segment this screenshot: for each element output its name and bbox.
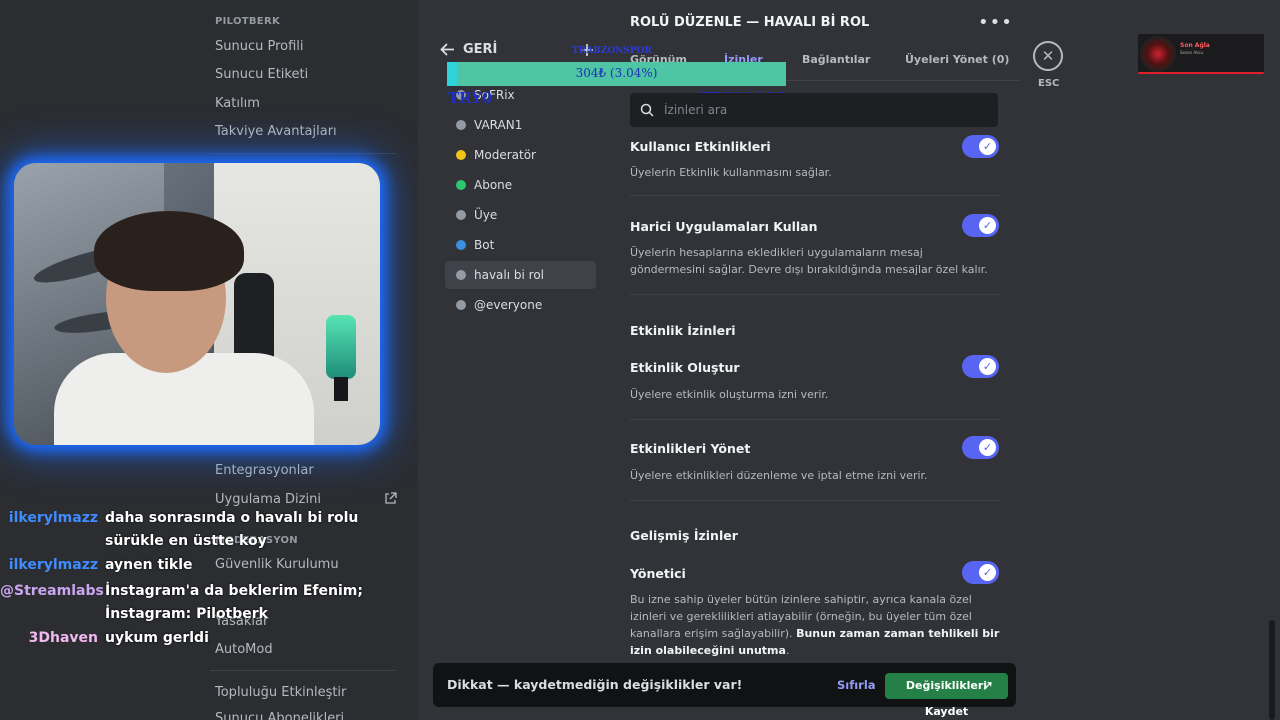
sidebar-item-server-tag[interactable]: Sunucu Etiketi	[215, 67, 308, 82]
section-title-advanced: Gelişmiş İzinler	[630, 528, 738, 543]
role-name: @everyone	[474, 298, 543, 312]
role-item[interactable]: Moderatör	[445, 141, 596, 169]
permission-toggle[interactable]: ✓	[962, 561, 999, 584]
webcam-overlay	[14, 163, 380, 445]
check-icon: ✓	[979, 439, 996, 456]
sidebar-item-server-subscriptions[interactable]: Sunucu Abonelikleri	[215, 711, 344, 720]
chat-username: @Streamlabs	[0, 583, 104, 599]
sidebar-item-boost-perks[interactable]: Takviye Avantajları	[215, 124, 337, 139]
permission-toggle[interactable]: ✓	[962, 355, 999, 378]
role-item[interactable]: Bot	[445, 231, 596, 259]
song-artist: Sezen Aksu	[1180, 50, 1204, 55]
role-color-dot	[456, 270, 466, 280]
album-art	[1140, 36, 1176, 72]
divider	[630, 500, 1000, 501]
role-item[interactable]: @everyone	[445, 291, 596, 319]
permission-title: Harici Uygulamaları Kullan	[630, 219, 818, 234]
role-color-dot	[456, 210, 466, 220]
streamer-hair	[94, 211, 244, 291]
check-icon: ✓	[979, 358, 996, 375]
esc-label: ESC	[1038, 78, 1060, 89]
divider	[630, 294, 1000, 295]
chat-username: 3Dhaven	[28, 630, 98, 646]
sidebar-item-enable-community[interactable]: Topluluğu Etkinleştir	[215, 685, 346, 700]
role-name: havalı bi rol	[474, 268, 545, 282]
search-input[interactable]	[664, 103, 964, 117]
chat-text: daha sonrasında o havalı bi rolu sürükle…	[105, 510, 359, 549]
chat-text: aynen tikle	[105, 557, 193, 573]
microphone	[326, 315, 356, 379]
donation-current: TRY0	[448, 89, 493, 107]
scrollbar[interactable]	[1269, 620, 1275, 720]
sidebar-item-app-directory[interactable]: Uygulama Dizini	[215, 492, 321, 507]
check-icon: ✓	[979, 138, 996, 155]
permission-toggle[interactable]: ✓	[962, 135, 999, 158]
search-icon	[640, 103, 654, 117]
role-item[interactable]: VARAN1	[445, 111, 596, 139]
chat-text: uykum gerldi	[105, 630, 209, 646]
sidebar-item-server-profile[interactable]: Sunucu Profili	[215, 39, 304, 54]
role-item[interactable]: Abone	[445, 171, 596, 199]
role-name: Abone	[474, 178, 513, 192]
donation-goal-bar: 304₺ (3.04%)	[447, 62, 786, 86]
song-progress-bar	[1138, 72, 1264, 74]
permission-title: Yönetici	[630, 566, 686, 581]
divider	[630, 419, 1000, 420]
permission-title: Etkinlik Oluştur	[630, 360, 740, 375]
role-name: Üye	[474, 208, 498, 222]
check-icon: ✓	[979, 564, 996, 581]
donation-progress-text: 304₺ (3.04%)	[575, 66, 658, 80]
reset-button[interactable]: Sıfırla	[837, 678, 876, 692]
permission-description: Üyelerin hesaplarına ekledikleri uygulam…	[630, 246, 988, 276]
role-item-active[interactable]: havalı bi rol	[445, 261, 596, 289]
divider	[630, 195, 1000, 196]
chat-text: İnstagram'a da beklerim Efenim; İnstagra…	[105, 583, 363, 622]
right-gutter	[1020, 0, 1280, 720]
permission-description: Üyelere etkinlikleri düzenleme ve iptal …	[630, 469, 928, 482]
role-name: Bot	[474, 238, 495, 252]
role-name: Moderatör	[474, 148, 536, 162]
role-color-dot	[456, 240, 466, 250]
microphone-stand	[334, 377, 348, 401]
tab-links[interactable]: Bağlantılar	[802, 53, 870, 66]
permission-title: Kullanıcı Etkinlikleri	[630, 139, 771, 154]
role-color-dot	[456, 180, 466, 190]
section-title-events: Etkinlik İzinleri	[630, 323, 736, 338]
mouse-cursor-icon: ➚	[982, 678, 994, 694]
unsaved-changes-bar: Dikkat — kaydetmediğin değişiklikler var…	[433, 663, 1016, 718]
permission-description: Üyelerin Etkinlik kullanmasını sağlar.	[630, 166, 832, 179]
chat-username: ilkerylmazz	[8, 510, 98, 526]
sidebar-item-onboarding[interactable]: Katılım	[215, 96, 260, 111]
now-playing-widget: Son Ağla Sezen Aksu	[1138, 34, 1264, 74]
role-item[interactable]: Üye	[445, 201, 596, 229]
donation-label: TRABZONSPOR	[572, 46, 652, 56]
more-options-icon[interactable]: •••	[978, 12, 1013, 33]
external-link-icon	[385, 492, 397, 504]
permission-search[interactable]	[630, 93, 998, 127]
sidebar-divider	[210, 153, 396, 154]
permission-toggle[interactable]: ✓	[962, 436, 999, 459]
role-color-dot	[456, 300, 466, 310]
close-icon[interactable]: ✕	[1033, 41, 1063, 71]
role-color-dot	[456, 150, 466, 160]
permission-description: Bu izne sahip üyeler bütün izinlere sahi…	[630, 593, 1000, 657]
permission-toggle[interactable]: ✓	[962, 214, 999, 237]
permission-description: Üyelere etkinlik oluşturma izni verir.	[630, 388, 829, 401]
role-name: VARAN1	[474, 118, 523, 132]
role-color-dot	[456, 120, 466, 130]
tab-manage-members[interactable]: Üyeleri Yönet (0)	[905, 53, 1009, 66]
check-icon: ✓	[979, 217, 996, 234]
sidebar-divider	[210, 670, 396, 671]
page-title: ROLÜ DÜZENLE — HAVALI Bİ ROL	[630, 15, 870, 30]
section-header-server: PILOTBERK	[215, 16, 280, 27]
back-label: GERİ	[463, 42, 498, 57]
chat-username: ilkerylmazz	[8, 557, 98, 573]
permission-title: Etkinlikleri Yönet	[630, 441, 751, 456]
unsaved-message: Dikkat — kaydetmediğin değişiklikler var…	[447, 677, 743, 692]
arrow-left-icon	[440, 43, 454, 56]
sidebar-item-integrations[interactable]: Entegrasyonlar	[215, 463, 314, 478]
back-button[interactable]: GERİ	[440, 42, 497, 57]
song-title: Son Ağla	[1180, 42, 1210, 49]
